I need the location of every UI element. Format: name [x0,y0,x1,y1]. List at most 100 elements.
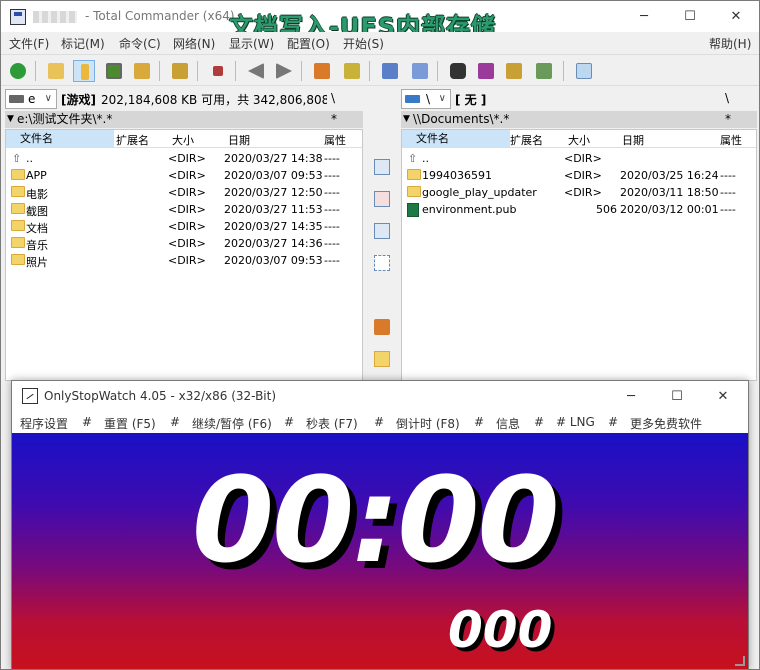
copy-file-icon[interactable] [374,223,390,239]
detail-view-icon[interactable] [73,60,95,82]
file-row[interactable]: APP <DIR> 2020/03/07 09:53 ---- [6,167,362,184]
back-arrow-icon[interactable] [245,60,267,82]
osw-menu-sep: # [534,415,545,429]
osw-menu-reset[interactable]: 重置 (F5) [104,415,156,432]
menu-start[interactable]: 开始(S) [343,35,384,52]
file-attr: ---- [324,186,340,199]
move-file-icon[interactable] [374,255,390,271]
col-date[interactable]: 日期 [228,132,250,148]
sync-dirs-icon[interactable] [503,60,525,82]
menu-mark[interactable]: 标记(M) [61,35,105,52]
file-name: 截图 [26,205,48,218]
left-column-header: 文件名 扩展名 大小 日期 属性 [6,130,362,148]
osw-menu-countdown[interactable]: 倒计时 (F8) [396,415,460,432]
col-name[interactable]: 文件名 [402,130,510,147]
osw-menu-sep: # [374,415,385,429]
file-size: <DIR> [564,169,602,182]
brief-view-icon[interactable] [45,60,67,82]
edit-file-icon[interactable] [374,191,390,207]
file-row[interactable]: 文档 <DIR> 2020/03/27 14:35 ---- [6,218,362,235]
unpack-icon[interactable] [341,60,363,82]
menu-config[interactable]: 配置(O) [287,35,330,52]
left-file-panel[interactable]: 文件名 扩展名 大小 日期 属性 ⇧.. <DIR> 2020/03/27 14:3… [5,129,363,381]
stopwatch-icon [22,388,38,404]
refresh-icon[interactable] [7,60,29,82]
osw-close-button[interactable]: ✕ [700,381,746,412]
new-folder-icon[interactable] [374,351,390,367]
menu-help[interactable]: 帮助(H) [709,35,751,52]
tc-toolbar [1,54,759,86]
col-name[interactable]: 文件名 [6,130,114,147]
onlystopwatch-window: OnlyStopWatch 4.05 - x32/x86 (32-Bit) ─ … [11,380,749,670]
stopwatch-time-milliseconds: 000 [448,601,553,659]
notepad-icon[interactable] [573,60,595,82]
file-row[interactable]: environment.pub 506 2020/03/12 00:01 ---- [402,201,756,218]
osw-titlebar[interactable]: OnlyStopWatch 4.05 - x32/x86 (32-Bit) ─ … [12,381,748,412]
right-drive-combo[interactable]: \ ∨ [401,89,451,109]
osw-minimize-button[interactable]: ─ [608,381,654,412]
file-row[interactable]: google_play_updater <DIR> 2020/03/11 18:50… [402,184,756,201]
file-row[interactable]: 截图 <DIR> 2020/03/27 11:53 ---- [6,201,362,218]
left-drive-combo[interactable]: e ∨ [5,89,57,109]
col-attr[interactable]: 属性 [324,132,346,148]
col-size[interactable]: 大小 [172,132,194,148]
col-size[interactable]: 大小 [568,132,590,148]
osw-menu-more-freeware[interactable]: 更多免费软件 [630,415,702,432]
multi-rename-icon[interactable] [475,60,497,82]
file-row[interactable]: 音乐 <DIR> 2020/03/27 14:36 ---- [6,235,362,252]
file-name: .. [26,152,33,165]
right-root-button[interactable]: \ [725,91,729,105]
left-filter-star[interactable]: * [331,111,337,128]
compare-dirs-icon[interactable] [169,60,191,82]
stopwatch-display[interactable]: 00:00 000 [12,433,748,669]
pack-icon[interactable] [311,60,333,82]
find-binoculars-icon[interactable] [447,60,469,82]
tree-view-icon[interactable] [131,60,153,82]
select-all-icon[interactable] [207,60,229,82]
file-icon [407,203,419,217]
file-row[interactable]: 1994036591 <DIR> 2020/03/25 16:24 ---- [402,167,756,184]
tc-minimize-button[interactable]: ─ [621,1,667,32]
file-row[interactable]: 照片 <DIR> 2020/03/07 09:53 ---- [6,252,362,269]
folder-icon [11,186,25,197]
osw-menu-info[interactable]: 信息 [496,415,520,432]
file-size: <DIR> [168,186,206,199]
forward-arrow-icon[interactable] [273,60,295,82]
view-file-icon[interactable] [374,159,390,175]
file-row[interactable]: ⇧.. <DIR> [402,150,756,167]
osw-menu-continue-pause[interactable]: 继续/暂停 (F6) [192,415,272,432]
menu-network[interactable]: 网络(N) [173,35,215,52]
menu-file[interactable]: 文件(F) [9,35,49,52]
col-attr[interactable]: 属性 [720,132,742,148]
ftp-icon[interactable] [379,60,401,82]
right-path-bar[interactable]: ▼ \\Documents\*.* * [401,111,757,128]
left-root-button[interactable]: \ [331,91,335,105]
col-ext[interactable]: 扩展名 [510,132,543,148]
tc-maximize-button[interactable]: ☐ [667,1,713,32]
file-row[interactable]: 电影 <DIR> 2020/03/27 12:50 ---- [6,184,362,201]
col-date[interactable]: 日期 [622,132,644,148]
toolbar-separator [159,61,160,81]
url-icon[interactable] [409,60,431,82]
thumbnail-view-icon[interactable] [103,60,125,82]
tc-close-button[interactable]: ✕ [713,1,759,32]
file-attr: ---- [324,254,340,267]
file-row[interactable]: ⇧.. <DIR> 2020/03/27 14:38 ---- [6,150,362,167]
copy-names-icon[interactable] [533,60,555,82]
right-filter-star[interactable]: * [725,111,731,128]
resize-grip-icon[interactable] [735,656,745,666]
menu-command[interactable]: 命令(C) [119,35,161,52]
pack-files-icon[interactable] [374,319,390,335]
osw-maximize-button[interactable]: ☐ [654,381,700,412]
menu-view[interactable]: 显示(W) [229,35,274,52]
chevron-down-icon: ∨ [44,93,52,104]
left-path-bar[interactable]: ▼ e:\测试文件夹\*.* * [5,111,363,128]
osw-menu-settings[interactable]: 程序设置 [20,415,68,432]
col-ext[interactable]: 扩展名 [116,132,149,148]
osw-menu-stopwatch[interactable]: 秒表 (F7) [306,415,358,432]
tc-titlebar[interactable]: - Total Commander (x64) 文档写入-UFS内部存储 ─ ☐… [1,1,759,41]
right-file-panel[interactable]: 文件名 扩展名 大小 日期 属性 ⇧.. <DIR> 1994036591 <DIR>… [401,129,757,381]
tc-window-title: - Total Commander (x64) [85,9,235,23]
osw-menu-language[interactable]: # LNG [556,415,595,429]
left-drive-free-space: 202,184,608 KB 可用，共 342,806,808 KB [101,93,327,107]
